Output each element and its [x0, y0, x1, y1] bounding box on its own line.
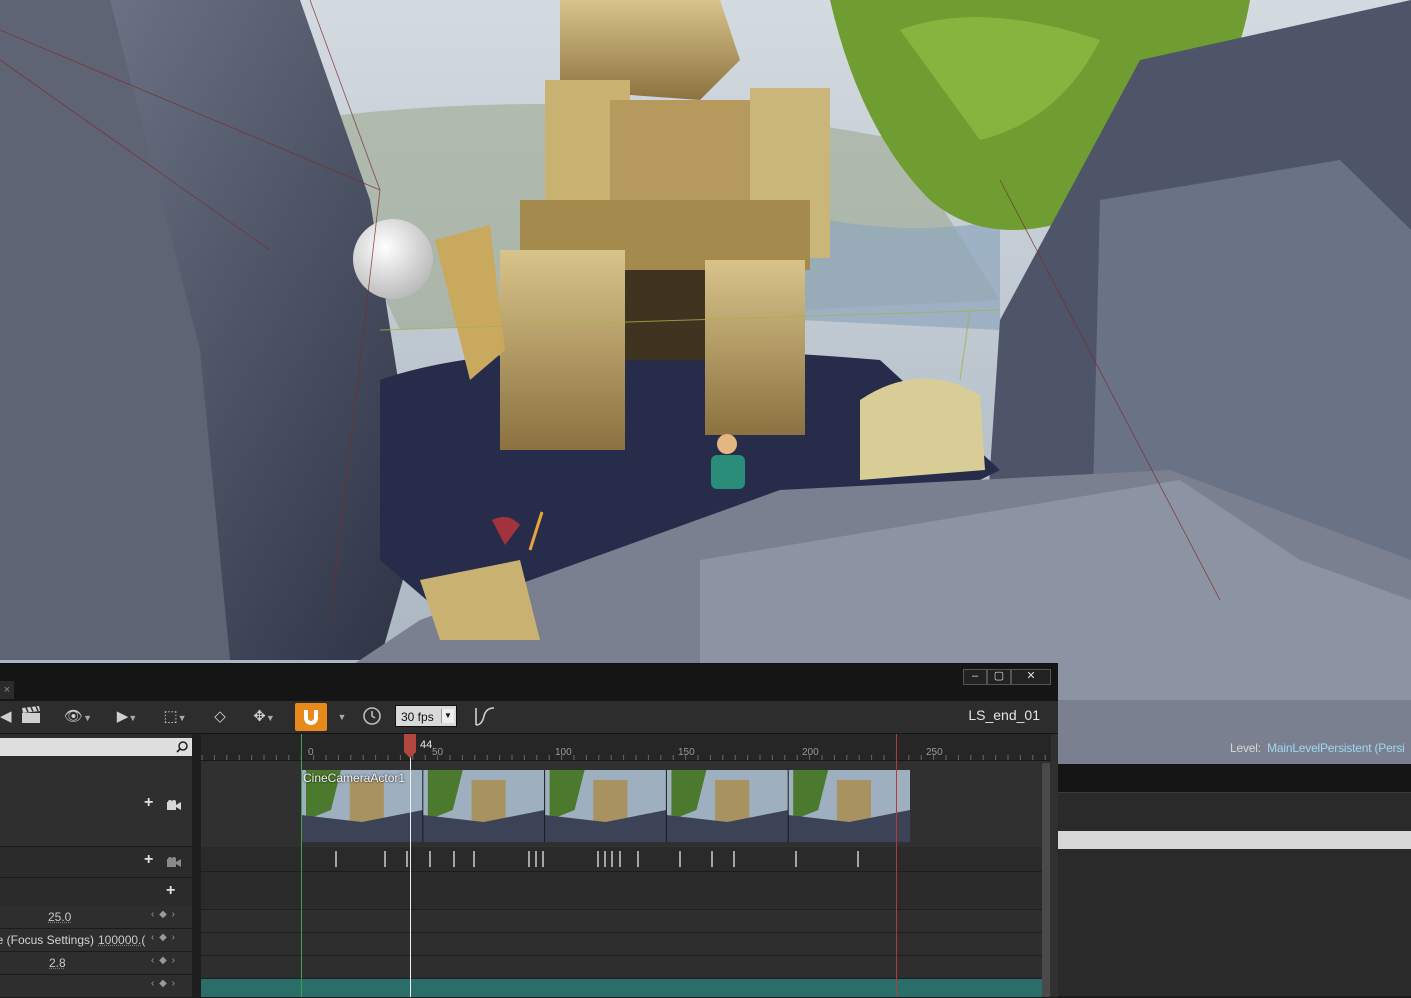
keyframe-nav-icon[interactable]: ‹ ◆ › — [151, 909, 176, 920]
property-row[interactable]: 2.8 ‹ ◆ › — [0, 952, 192, 975]
camera-actor-track[interactable]: + — [0, 760, 192, 847]
tick-label: 100 — [555, 747, 572, 758]
add-track-icon[interactable]: + — [144, 794, 153, 812]
level-label-text: Level: — [1230, 741, 1261, 755]
property-value[interactable]: 2.8 — [49, 956, 66, 970]
timeline-scrollbar[interactable] — [1042, 763, 1050, 997]
level-name: MainLevelPersistent (Persi — [1267, 741, 1405, 755]
selected-track-row[interactable] — [201, 979, 1042, 997]
keyframe-nav-icon[interactable]: ‹ ◆ › — [151, 932, 176, 943]
keyframe-nav-icon[interactable]: ‹ ◆ › — [151, 978, 176, 989]
property-row[interactable]: 25.0 ‹ ◆ › — [0, 906, 192, 929]
add-track-icon[interactable]: + — [144, 851, 153, 869]
curve-editor-icon[interactable] — [472, 706, 498, 728]
property-value[interactable]: 25.0 — [48, 910, 71, 924]
tick-label: 0 — [308, 747, 314, 758]
tick-label: 250 — [926, 747, 943, 758]
selection-icon[interactable]: ⬚▼ — [158, 706, 192, 728]
play-icon[interactable]: ▶▼ — [110, 706, 144, 728]
timeline-track-row[interactable] — [201, 872, 1042, 910]
timeline-area[interactable]: 0 50 100 150 200 250 44 CineCameraActor1 — [201, 734, 1058, 997]
search-icon[interactable] — [176, 741, 188, 753]
minimize-button[interactable]: – — [963, 669, 987, 685]
property-row[interactable]: ‹ ◆ › — [0, 975, 192, 998]
timeline-track-row[interactable] — [201, 933, 1042, 956]
tick-label: 200 — [802, 747, 819, 758]
property-label: e (Focus Settings) — [0, 933, 94, 947]
time-ruler[interactable]: 0 50 100 150 200 250 44 — [201, 734, 1051, 761]
maximize-button[interactable]: ▢ — [987, 669, 1011, 685]
camera-icon[interactable] — [167, 857, 181, 867]
details-panel-field[interactable] — [1058, 831, 1411, 849]
track-outliner: + + + 25.0 ‹ ◆ › e (Focus Settings) 1000… — [0, 734, 193, 998]
camera-icon[interactable] — [167, 800, 181, 810]
end-range-line — [896, 734, 897, 997]
playhead-handle[interactable] — [403, 734, 417, 760]
clapperboard-icon[interactable] — [20, 706, 42, 728]
chevron-down-icon: ▼ — [441, 709, 454, 723]
tab-close-icon[interactable]: × — [0, 681, 14, 699]
timeline-track-row[interactable] — [201, 956, 1042, 979]
add-property-icon[interactable]: + — [166, 882, 175, 900]
ruler-ticks — [201, 755, 1046, 760]
key-icon[interactable]: ◇ — [207, 706, 233, 728]
tick-label: 150 — [678, 747, 695, 758]
details-panel — [1058, 764, 1411, 996]
keyframe-markers — [335, 851, 859, 867]
keyframe-nav-icon[interactable]: ‹ ◆ › — [151, 955, 176, 966]
sequence-name: LS_end_01 — [968, 707, 1040, 723]
shot-label: CineCameraActor1 — [303, 771, 406, 785]
sequencer-window: × – ▢ ✕ ◀ 👁▼ ▶▼ ⬚▼ ◇ ✥▼ ▼ 30 fps ▼ LS_en… — [0, 663, 1058, 998]
start-range-line — [301, 734, 302, 997]
property-value[interactable]: 100000.( — [98, 933, 145, 947]
eye-icon[interactable]: 👁▼ — [60, 706, 96, 728]
search-input[interactable] — [0, 738, 192, 756]
snap-magnet-icon[interactable] — [295, 703, 327, 731]
clock-icon[interactable] — [360, 706, 384, 728]
tick-label: 50 — [432, 747, 444, 758]
current-frame-label: 44 — [420, 739, 433, 751]
close-button[interactable]: ✕ — [1011, 669, 1051, 685]
sequencer-toolbar: ◀ 👁▼ ▶▼ ⬚▼ ◇ ✥▼ ▼ 30 fps ▼ LS_end_01 — [0, 701, 1058, 734]
timeline-track-row[interactable] — [201, 910, 1042, 933]
fps-value: 30 fps — [401, 710, 434, 724]
window-title-bar[interactable]: × – ▢ ✕ — [0, 664, 1058, 701]
level-indicator: Level: MainLevelPersistent (Persi — [1230, 741, 1405, 755]
skip-back-icon[interactable]: ◀ — [0, 706, 12, 728]
playhead-line — [410, 754, 411, 997]
snap-dropdown-icon[interactable]: ▼ — [336, 706, 348, 728]
property-row[interactable]: e (Focus Settings) 100000.( ‹ ◆ › — [0, 929, 192, 952]
key-navigation-icon[interactable]: ✥▼ — [245, 706, 283, 728]
secondary-track[interactable]: + — [0, 847, 192, 878]
keyframe-row[interactable] — [201, 847, 1042, 872]
panel-splitter[interactable] — [192, 734, 201, 997]
fps-select[interactable]: 30 fps ▼ — [395, 705, 457, 727]
details-panel-header — [1058, 764, 1411, 793]
